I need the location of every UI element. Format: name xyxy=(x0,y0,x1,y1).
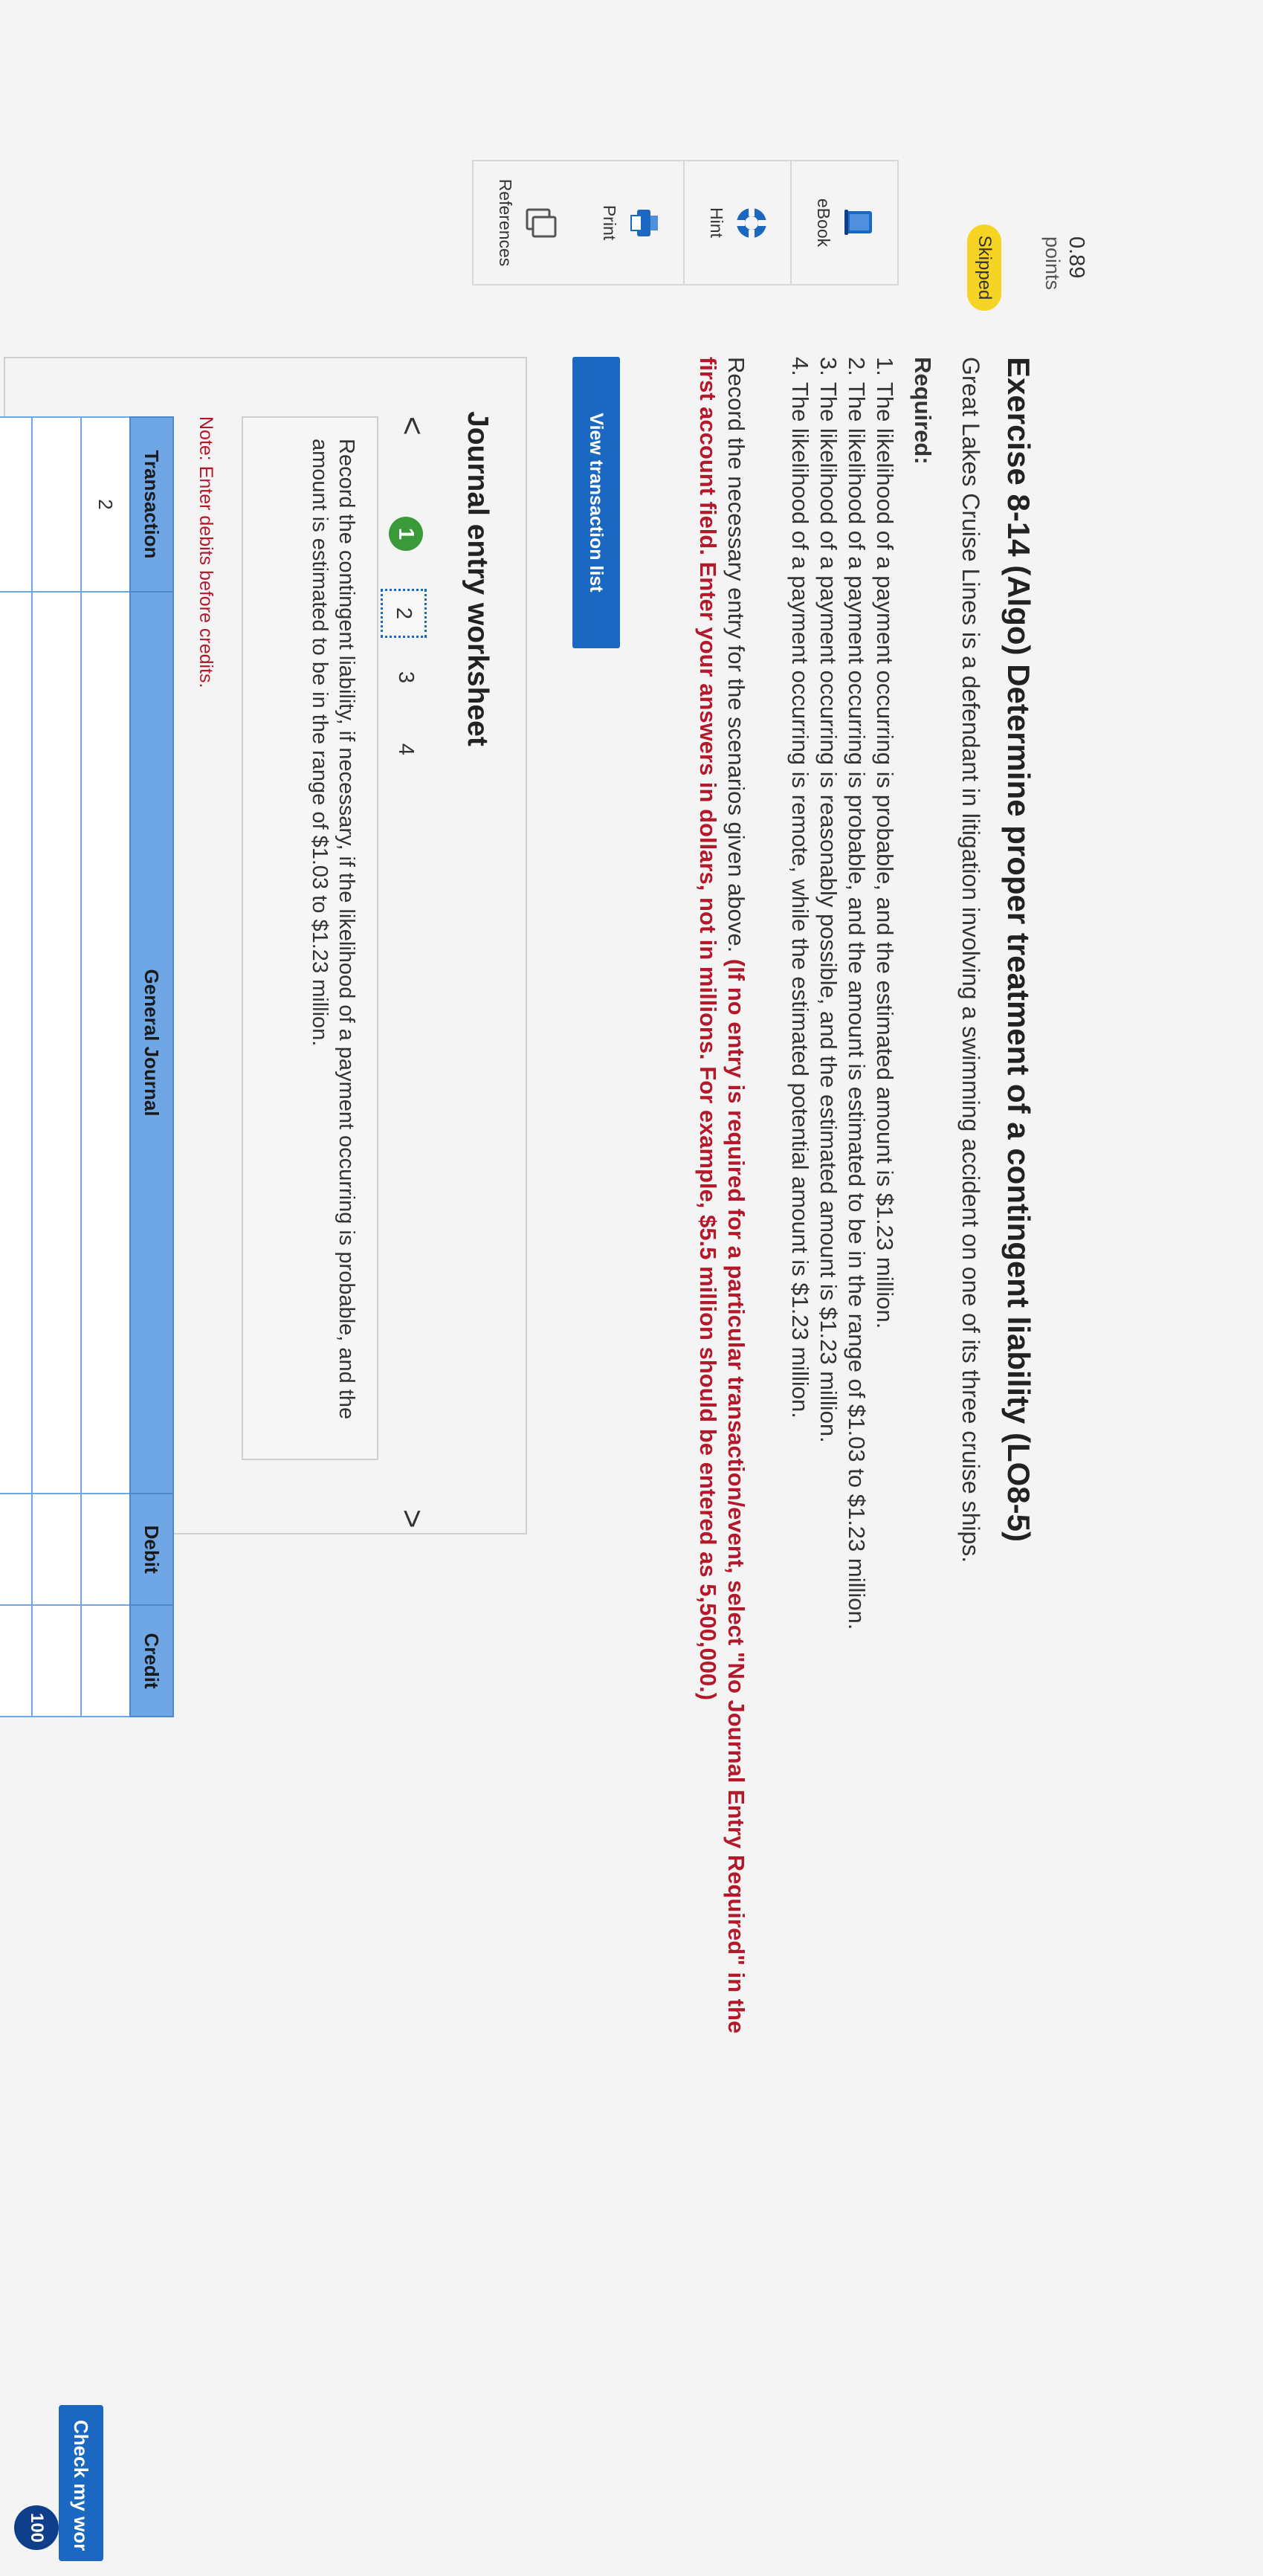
instruction-text: Record the necessary entry for the scena… xyxy=(723,357,749,959)
account-select[interactable] xyxy=(81,591,130,1494)
journal-table: Transaction General Journal Debit Credit… xyxy=(0,416,174,1717)
step-3[interactable]: 3 xyxy=(389,660,423,694)
worksheet-title: Journal entry worksheet xyxy=(462,411,494,746)
points-label: points xyxy=(1041,236,1064,291)
header-transaction: Transaction xyxy=(130,417,173,592)
hint-label: Hint xyxy=(707,207,726,238)
required-label: Required: xyxy=(910,357,936,465)
ebook-button[interactable]: eBook xyxy=(790,161,897,284)
requirement-item: 3. The likelihood of a payment occurring… xyxy=(815,357,842,1443)
credit-input[interactable] xyxy=(81,1605,130,1717)
print-label: Print xyxy=(600,204,619,241)
ebook-label: eBook xyxy=(814,198,833,248)
check-my-work-button[interactable]: Check my wor xyxy=(59,2405,103,2561)
points-value: 0.89 xyxy=(1065,236,1088,279)
book-icon xyxy=(844,209,872,235)
printer-icon xyxy=(630,209,658,236)
rotated-screen: 0.89 points Skipped eBook Hint Print Ref… xyxy=(0,0,1263,2576)
table-row xyxy=(32,417,81,1717)
header-credit: Credit xyxy=(130,1605,173,1717)
instructions: Record the necessary entry for the scena… xyxy=(694,357,750,2067)
debits-note: Note: Enter debits before credits. xyxy=(196,416,216,688)
hint-button[interactable]: Hint xyxy=(683,161,790,284)
screen-photo: 0.89 points Skipped eBook Hint Print Ref… xyxy=(0,0,1263,2576)
references-panel: References xyxy=(472,160,579,285)
status-badge: Skipped xyxy=(967,225,1001,311)
debit-input[interactable] xyxy=(32,1494,81,1606)
print-button[interactable]: Print xyxy=(576,161,683,284)
account-select[interactable] xyxy=(32,591,81,1494)
header-debit: Debit xyxy=(130,1494,173,1606)
credit-input[interactable] xyxy=(32,1605,81,1717)
account-select[interactable] xyxy=(0,591,32,1494)
step-1[interactable]: 1 xyxy=(389,517,423,551)
table-row xyxy=(0,417,32,1717)
credit-input[interactable] xyxy=(0,1605,32,1717)
debit-input[interactable] xyxy=(0,1494,32,1606)
table-row: 2 xyxy=(81,417,130,1717)
check-count-badge: 100 xyxy=(14,2505,59,2550)
requirement-item: 1. The likelihood of a payment occurring… xyxy=(872,357,898,1329)
step-2-active[interactable]: 2 xyxy=(381,589,427,638)
copy-icon xyxy=(526,208,557,237)
exercise-intro: Great Lakes Cruise Lines is a defendant … xyxy=(957,357,984,1563)
transaction-cell: 2 xyxy=(81,417,130,592)
step-4[interactable]: 4 xyxy=(389,732,423,766)
view-transaction-list-button[interactable]: View transaction list xyxy=(572,357,620,648)
transaction-cell xyxy=(0,417,32,592)
requirement-item: 2. The likelihood of a payment occurring… xyxy=(844,357,870,1630)
transaction-cell xyxy=(32,417,81,592)
references-label: References xyxy=(496,178,515,267)
exercise-title: Exercise 8-14 (Algo) Determine proper tr… xyxy=(1001,357,1036,1542)
entry-description: Record the contingent liability, if nece… xyxy=(308,439,358,1420)
references-button[interactable]: References xyxy=(474,161,579,284)
chevron-right-icon[interactable]: > xyxy=(393,1509,430,1529)
table-header-row: Transaction General Journal Debit Credit xyxy=(130,417,173,1717)
debit-input[interactable] xyxy=(81,1494,130,1606)
chevron-left-icon[interactable]: < xyxy=(393,416,430,436)
requirement-item: 4. The likelihood of a payment occurring… xyxy=(787,357,813,1418)
lifebuoy-icon xyxy=(737,207,766,238)
header-general-journal: General Journal xyxy=(130,591,173,1494)
requirements-list: 1. The likelihood of a payment occurring… xyxy=(786,357,899,1630)
tools-panel: eBook Hint Print xyxy=(576,160,899,285)
